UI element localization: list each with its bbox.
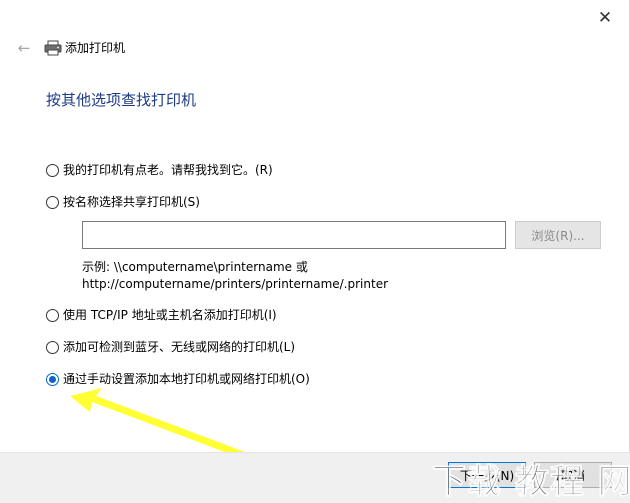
- option-label: 按名称选择共享打印机(S): [63, 195, 200, 209]
- radio-manual-local[interactable]: [46, 372, 59, 386]
- option-tcpip[interactable]: 使用 TCP/IP 地址或主机名添加打印机(I): [46, 307, 277, 323]
- close-button[interactable]: ✕: [590, 6, 620, 30]
- printer-icon: [44, 40, 62, 56]
- dialog-title: 添加打印机: [65, 41, 126, 55]
- shared-printer-name-input[interactable]: [82, 221, 506, 249]
- option-bluetooth-wireless[interactable]: 添加可检测到蓝牙、无线或网络的打印机(L): [46, 339, 295, 355]
- back-arrow-icon: ←: [17, 39, 31, 57]
- radio-bluetooth-wireless[interactable]: [46, 340, 59, 354]
- example-line-1: 示例: \\computername\printername 或: [82, 260, 308, 274]
- radio-shared-by-name[interactable]: [46, 195, 59, 209]
- add-printer-dialog: ✕ ← 添加打印机 按其他选项查找打印机 我的打印机有点老。请帮我找到它。(R)…: [0, 0, 630, 503]
- watermark: 下载 教程 网: [432, 462, 630, 503]
- option-label: 使用 TCP/IP 地址或主机名添加打印机(I): [63, 308, 277, 322]
- radio-tcpip[interactable]: [46, 308, 59, 322]
- option-shared-by-name[interactable]: 按名称选择共享打印机(S): [46, 194, 200, 210]
- option-label: 添加可检测到蓝牙、无线或网络的打印机(L): [63, 340, 296, 354]
- example-line-2: http://computername/printers/printername…: [82, 277, 389, 291]
- example-text: 示例: \\computername\printername 或 http://…: [82, 259, 388, 293]
- browse-button[interactable]: 浏览(R)...: [515, 221, 601, 249]
- page-heading: 按其他选项查找打印机: [46, 91, 197, 109]
- radio-printer-old[interactable]: [46, 163, 59, 177]
- option-printer-old[interactable]: 我的打印机有点老。请帮我找到它。(R): [46, 162, 273, 178]
- option-label: 我的打印机有点老。请帮我找到它。(R): [63, 163, 273, 177]
- close-icon: ✕: [597, 8, 613, 28]
- back-button[interactable]: ←: [13, 38, 35, 58]
